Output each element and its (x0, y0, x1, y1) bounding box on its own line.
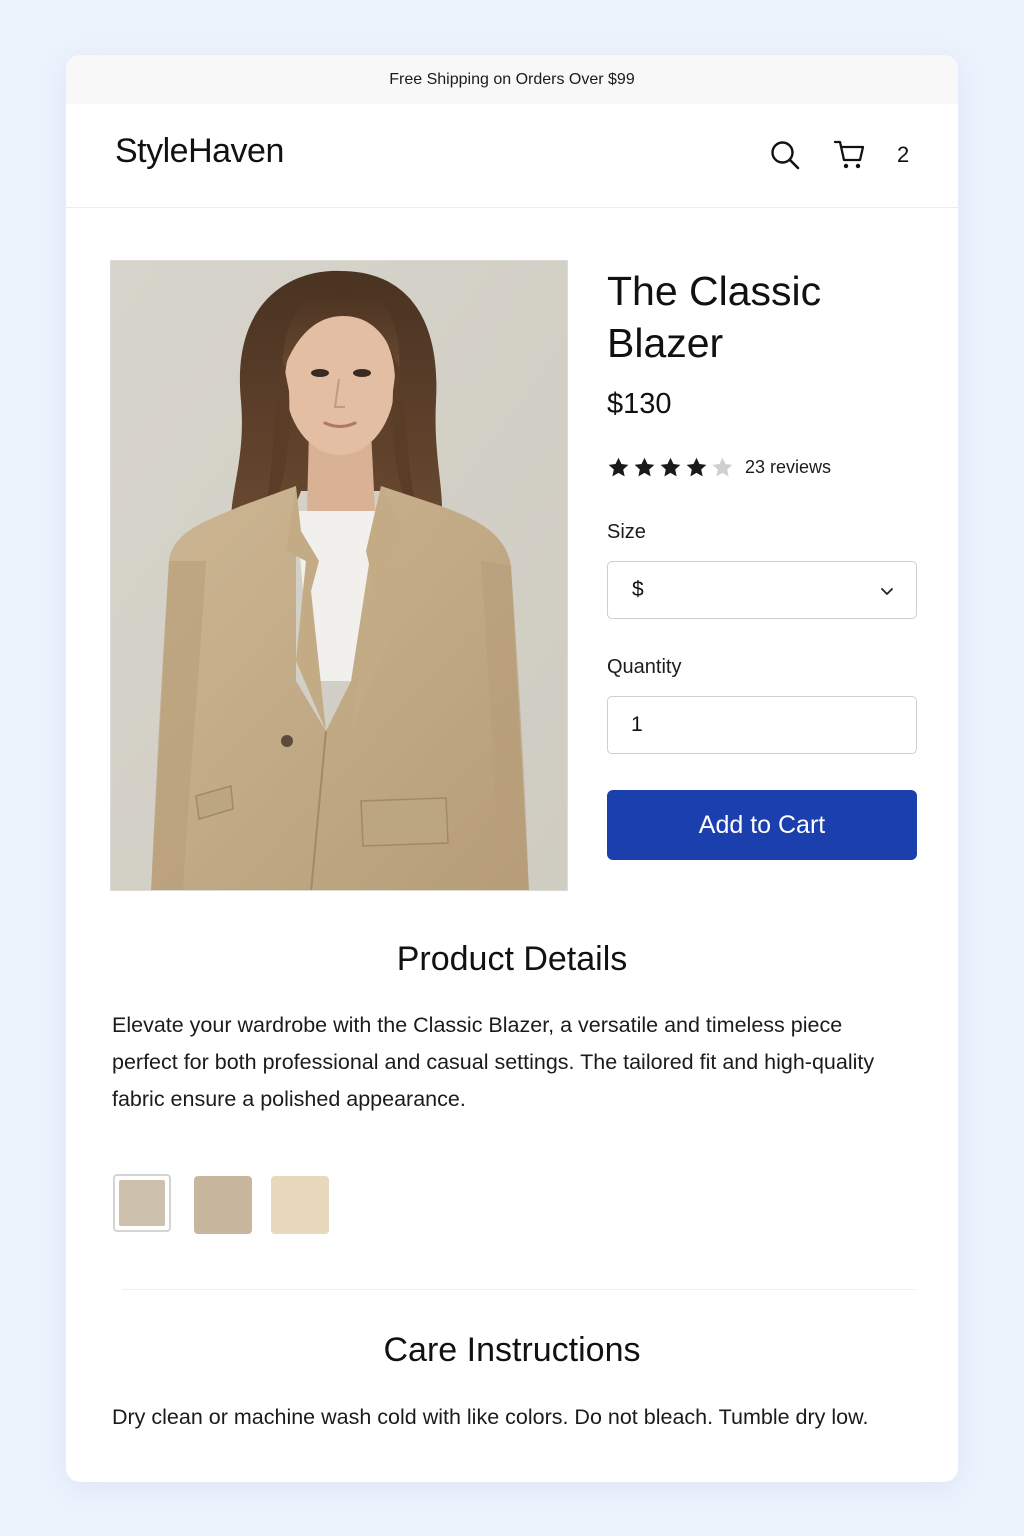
site-header: StyleHaven 2 (66, 104, 958, 208)
search-icon[interactable] (769, 139, 801, 171)
color-swatch[interactable] (113, 1174, 171, 1232)
star-icon (659, 456, 682, 479)
size-select-value: $ (632, 578, 644, 601)
star-icon (633, 456, 656, 479)
section-divider (122, 1289, 916, 1290)
size-label: Size (607, 521, 646, 543)
care-instructions-text: Dry clean or machine wash cold with like… (112, 1405, 869, 1429)
cart-count-badge[interactable]: 2 (897, 142, 909, 168)
size-select[interactable]: $ (607, 561, 917, 619)
color-swatch[interactable] (271, 1176, 329, 1234)
star-rating: 23 reviews (607, 453, 831, 481)
care-instructions-heading: Care Instructions (383, 1331, 641, 1369)
site-logo[interactable]: StyleHaven (115, 132, 284, 171)
product-description: Elevate your wardrobe with the Classic B… (112, 1013, 875, 1111)
quantity-label: Quantity (607, 656, 682, 678)
chevron-down-icon (879, 583, 895, 599)
product-page-card: Free Shipping on Orders Over $99 StyleHa… (66, 55, 958, 1482)
add-to-cart-button[interactable]: Add to Cart (607, 790, 917, 860)
review-count-link[interactable]: 23 reviews (745, 457, 831, 478)
model-illustration (111, 261, 567, 890)
product-details-heading: Product Details (396, 940, 628, 978)
product-image (110, 260, 568, 891)
product-price: $130 (607, 388, 672, 420)
announcement-bar: Free Shipping on Orders Over $99 (66, 55, 958, 104)
star-icon (711, 456, 734, 479)
quantity-input[interactable] (607, 696, 917, 754)
product-title: The Classic Blazer (607, 268, 822, 366)
star-icon (685, 456, 708, 479)
star-icon (607, 456, 630, 479)
cart-icon[interactable] (833, 137, 867, 171)
color-swatch[interactable] (194, 1176, 252, 1234)
